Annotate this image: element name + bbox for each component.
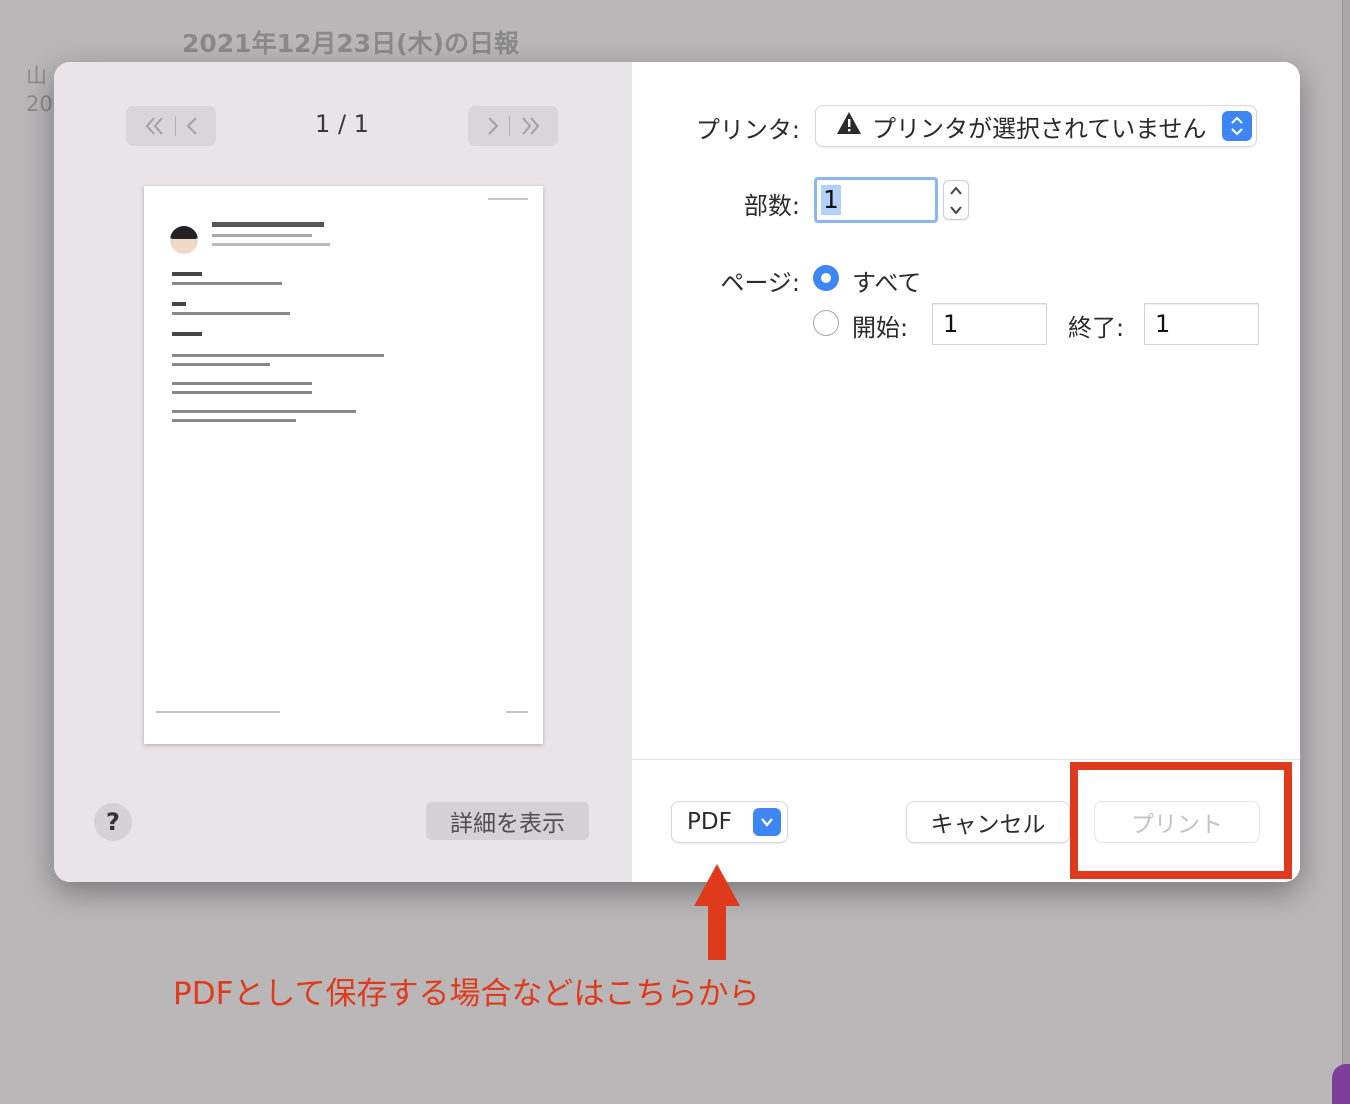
double-chevron-left-icon[interactable] <box>143 114 167 138</box>
background-text: 20 <box>26 92 53 116</box>
pdf-menu-button[interactable]: PDF <box>672 802 787 842</box>
copies-field[interactable]: 1 <box>814 177 938 223</box>
chevron-right-icon[interactable] <box>485 114 501 138</box>
chevron-up-icon[interactable] <box>950 185 962 196</box>
preview-next-last-buttons <box>468 106 558 146</box>
annotation-note: PDFとして保存する場合などはこちらから <box>173 976 760 1012</box>
copies-value: 1 <box>821 185 841 215</box>
printer-select-value: プリンタが選択されていません <box>872 114 1207 143</box>
chevron-down-icon[interactable] <box>950 205 962 215</box>
preview-first-prev-buttons <box>126 106 216 146</box>
pdf-label: PDF <box>687 809 732 835</box>
chevron-left-icon[interactable] <box>184 114 200 138</box>
annotation-arrow-icon <box>694 864 740 964</box>
up-down-chevron-icon <box>1222 111 1252 141</box>
annotation-highlight-box <box>1070 762 1292 879</box>
page-counter: 1 / 1 <box>315 110 369 138</box>
print-dialog: 1 / 1 ? 詳細を表示 プリンタ: プリンタが選択されていません 部数: 1… <box>54 62 1300 882</box>
preview-pane: 1 / 1 ? 詳細を表示 <box>54 62 632 882</box>
pages-all-radio[interactable] <box>813 265 839 291</box>
copies-stepper[interactable] <box>944 181 968 219</box>
help-button[interactable]: ? <box>94 803 132 841</box>
avatar <box>170 226 198 254</box>
cancel-button[interactable]: キャンセル <box>907 802 1069 842</box>
printer-label: プリンタ: <box>695 116 800 144</box>
background-title: 2021年12月23日(木)の日報 <box>182 29 520 58</box>
range-start-label: 開始: <box>852 314 909 342</box>
desktop-background <box>1332 1064 1350 1104</box>
pages-label: ページ: <box>720 269 800 297</box>
pages-all-label: すべて <box>852 269 922 297</box>
chevron-down-icon <box>753 808 781 836</box>
warning-triangle-icon <box>836 111 862 141</box>
page-preview <box>144 186 543 744</box>
range-end-field[interactable]: 1 <box>1145 304 1258 344</box>
show-details-button[interactable]: 詳細を表示 <box>426 802 589 840</box>
copies-label: 部数: <box>743 192 800 220</box>
range-end-label: 終了: <box>1068 314 1125 342</box>
printer-select[interactable]: プリンタが選択されていません <box>816 106 1256 146</box>
background-text: 山 <box>26 64 47 88</box>
pages-range-radio[interactable] <box>813 310 839 336</box>
divider <box>632 759 1300 760</box>
double-chevron-right-icon[interactable] <box>518 114 542 138</box>
range-start-field[interactable]: 1 <box>933 304 1046 344</box>
